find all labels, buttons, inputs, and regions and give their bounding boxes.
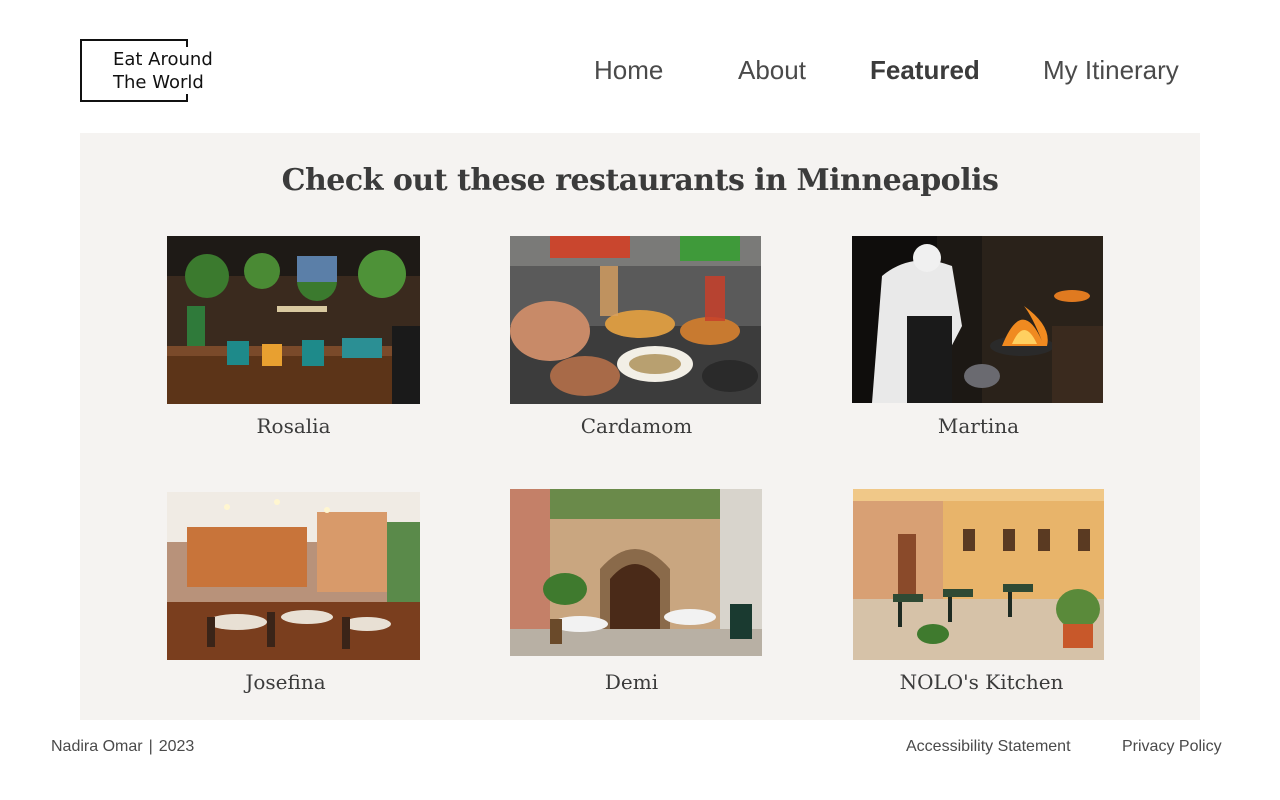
- restaurant-card[interactable]: Rosalia: [167, 236, 420, 438]
- restaurant-photo[interactable]: [852, 236, 1105, 403]
- footer-author: Nadira Omar: [51, 738, 143, 755]
- restaurant-name[interactable]: Demi: [505, 670, 758, 694]
- site-logo[interactable]: Eat Around The World: [80, 39, 230, 102]
- restaurant-card[interactable]: Martina: [852, 236, 1105, 438]
- privacy-policy-link[interactable]: Privacy Policy: [1122, 738, 1222, 756]
- logo-line-2: The World: [113, 72, 204, 93]
- featured-panel: Check out these restaurants in Minneapol…: [80, 133, 1200, 720]
- restaurant-name[interactable]: Cardamom: [510, 414, 763, 438]
- restaurant-name[interactable]: Martina: [852, 414, 1105, 438]
- restaurant-photo[interactable]: [853, 489, 1106, 660]
- restaurant-photo[interactable]: [510, 489, 763, 656]
- restaurant-card[interactable]: Cardamom: [510, 236, 763, 438]
- page-title: Check out these restaurants in Minneapol…: [281, 163, 999, 198]
- restaurant-name[interactable]: Josefina: [159, 670, 412, 694]
- restaurant-name[interactable]: NOLO's Kitchen: [855, 670, 1108, 694]
- footer-year: 2023: [158, 738, 195, 755]
- restaurant-photo[interactable]: [167, 236, 420, 404]
- restaurant-photo[interactable]: [510, 236, 763, 404]
- nav-featured-link[interactable]: Featured: [870, 55, 980, 86]
- logo-line-1: Eat Around: [113, 49, 213, 70]
- footer-separator: |: [148, 738, 153, 755]
- main-nav: Home About Featured My Itinerary: [560, 55, 1200, 87]
- logo-text: Eat Around The World: [113, 48, 215, 94]
- nav-about-link[interactable]: About: [738, 55, 806, 86]
- restaurant-name[interactable]: Rosalia: [167, 414, 420, 438]
- restaurant-card[interactable]: Demi: [510, 489, 763, 694]
- accessibility-statement-link[interactable]: Accessibility Statement: [906, 738, 1071, 756]
- nav-home-link[interactable]: Home: [594, 55, 663, 86]
- restaurant-card[interactable]: NOLO's Kitchen: [853, 489, 1106, 694]
- restaurant-card[interactable]: Josefina: [167, 492, 420, 694]
- footer-credit: Nadira Omar | 2023: [51, 738, 194, 756]
- nav-itinerary-link[interactable]: My Itinerary: [1043, 55, 1179, 86]
- restaurant-photo[interactable]: [167, 492, 420, 660]
